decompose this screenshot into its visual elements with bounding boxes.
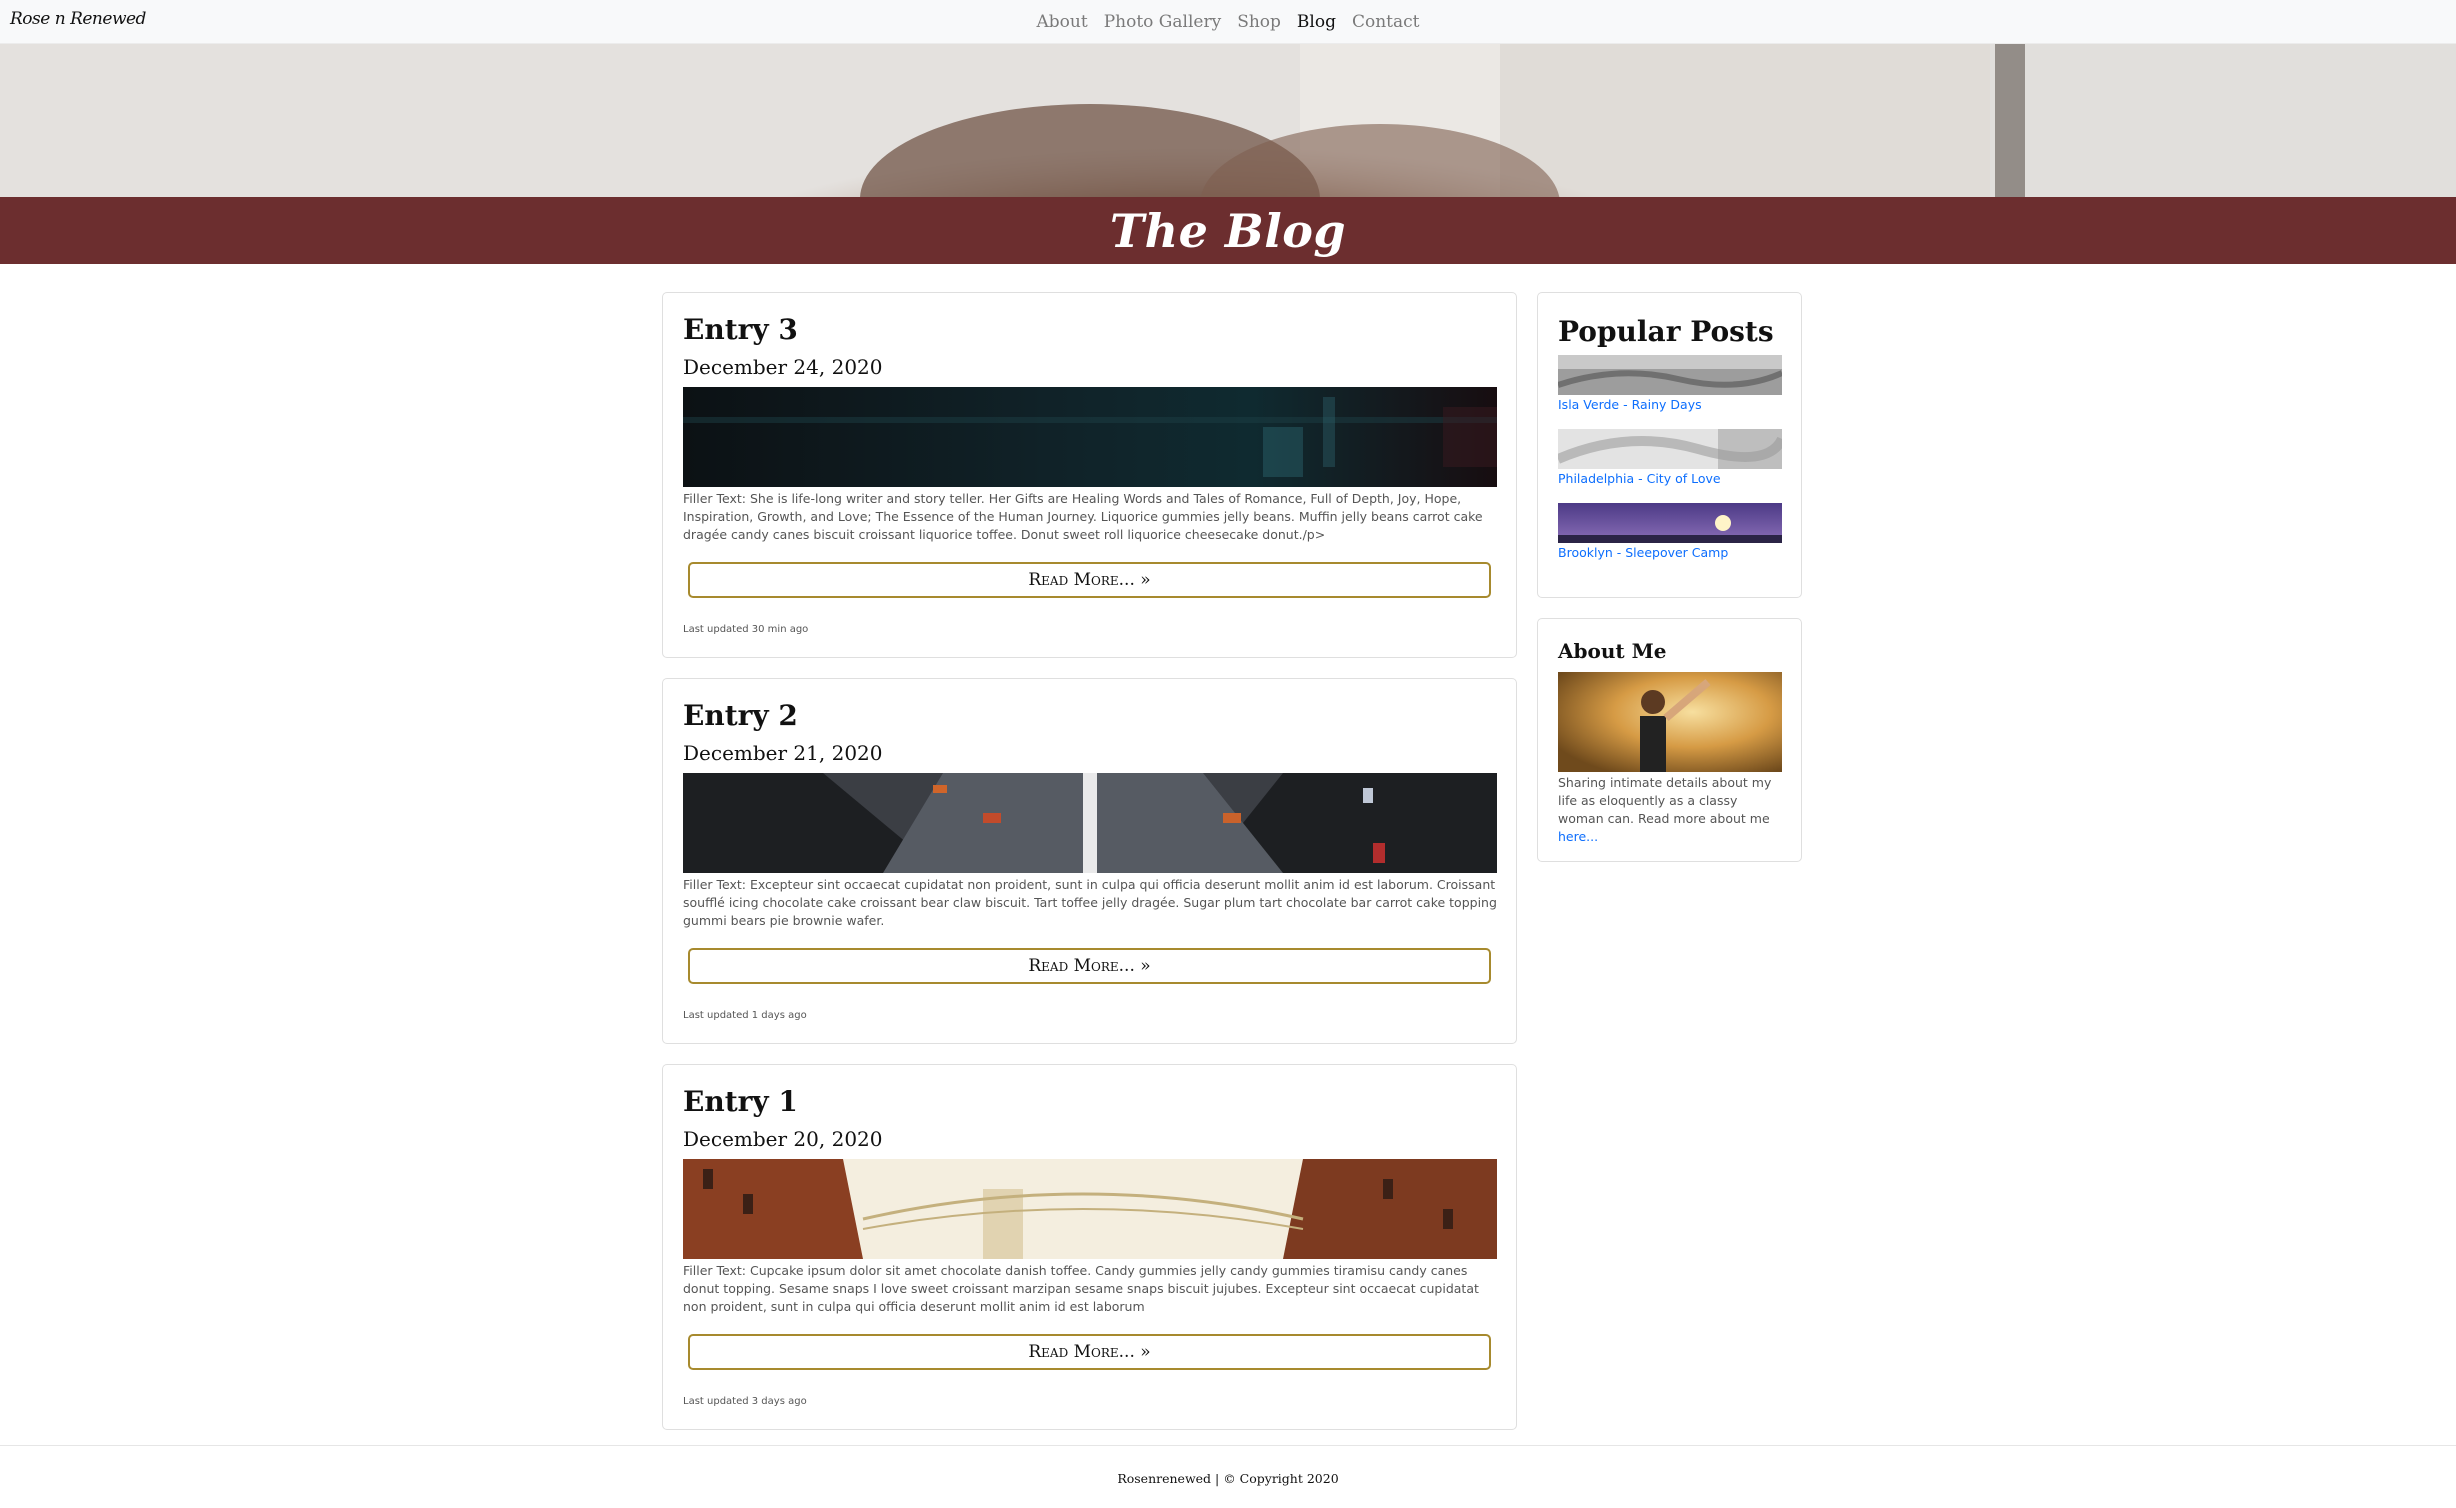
footer-text: Rosenrenewed | © Copyright 2020 xyxy=(1117,1470,1339,1486)
blog-entry-card: Entry 1 December 20, 2020 Filler Text: C… xyxy=(662,1064,1517,1430)
page-title: The Blog xyxy=(1109,203,1347,258)
read-more-button[interactable]: Read More... » xyxy=(688,1334,1491,1370)
nav-link-contact[interactable]: Contact xyxy=(1352,12,1420,32)
entry-image xyxy=(683,773,1497,873)
nav-link-blog[interactable]: Blog xyxy=(1297,12,1336,32)
entry-date: December 20, 2020 xyxy=(683,1127,883,1151)
nav-link-about[interactable]: About xyxy=(1037,12,1088,32)
popular-post-link[interactable]: Philadelphia - City of Love xyxy=(1558,471,1721,486)
popular-post-link[interactable]: Brooklyn - Sleepover Camp xyxy=(1558,545,1728,560)
title-band: The Blog xyxy=(0,197,2456,264)
blog-entry-card: Entry 3 December 24, 2020 Filler Text: S… xyxy=(662,292,1517,658)
entry-image xyxy=(683,387,1497,487)
blog-entry-card: Entry 2 December 21, 2020 Filler Text: E… xyxy=(662,678,1517,1044)
last-updated: Last updated 1 days ago xyxy=(683,1010,807,1021)
entry-date: December 21, 2020 xyxy=(683,741,883,765)
popular-post-link[interactable]: Isla Verde - Rainy Days xyxy=(1558,397,1702,412)
about-me-link[interactable]: here... xyxy=(1558,829,1598,844)
about-me-photo xyxy=(1558,672,1782,772)
entry-title: Entry 3 xyxy=(683,313,798,346)
footer: Rosenrenewed | © Copyright 2020 xyxy=(0,1445,2456,1508)
about-me-title: About Me xyxy=(1558,639,1667,663)
nav-links: About Photo Gallery Shop Blog Contact xyxy=(0,0,2456,44)
hero-photo xyxy=(0,44,2456,197)
popular-posts-card: Popular Posts Isla Verde - Rainy Days Ph… xyxy=(1537,292,1802,598)
navbar: Rose n Renewed About Photo Gallery Shop … xyxy=(0,0,2456,44)
last-updated: Last updated 30 min ago xyxy=(683,624,809,635)
read-more-button[interactable]: Read More... » xyxy=(688,562,1491,598)
last-updated: Last updated 3 days ago xyxy=(683,1396,807,1407)
entry-text: Filler Text: Cupcake ipsum dolor sit ame… xyxy=(683,1263,1479,1314)
entry-text: Filler Text: Excepteur sint occaecat cup… xyxy=(683,877,1497,928)
nav-link-shop[interactable]: Shop xyxy=(1237,12,1281,32)
about-me-text: Sharing intimate details about my life a… xyxy=(1558,775,1772,844)
popular-post-image[interactable] xyxy=(1558,429,1782,469)
entry-image xyxy=(683,1159,1497,1259)
hero-image xyxy=(0,44,2456,197)
entry-title: Entry 1 xyxy=(683,1085,798,1118)
entry-text: Filler Text: She is life-long writer and… xyxy=(683,491,1483,542)
about-me-card: About Me Sharing intimate details about … xyxy=(1537,618,1802,862)
entry-date: December 24, 2020 xyxy=(683,355,883,379)
popular-post-image[interactable] xyxy=(1558,355,1782,395)
nav-link-photo-gallery[interactable]: Photo Gallery xyxy=(1104,12,1221,32)
entry-title: Entry 2 xyxy=(683,699,798,732)
popular-post-image[interactable] xyxy=(1558,503,1782,543)
read-more-button[interactable]: Read More... » xyxy=(688,948,1491,984)
popular-posts-title: Popular Posts xyxy=(1558,315,1774,348)
